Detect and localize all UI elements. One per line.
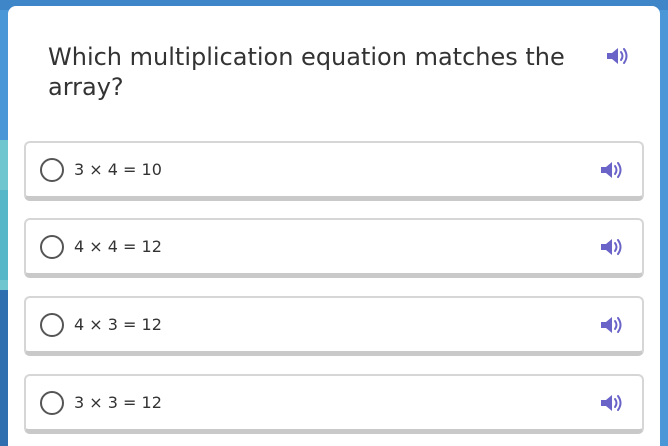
option-speaker-icon[interactable] xyxy=(599,315,625,335)
answer-option-4[interactable]: 3 × 3 = 12 xyxy=(24,374,644,434)
option-speaker-icon[interactable] xyxy=(599,393,625,413)
answer-option-1[interactable]: 3 × 4 = 10 xyxy=(24,141,644,201)
answer-option-label: 3 × 3 = 12 xyxy=(74,393,162,412)
answer-option-label: 3 × 4 = 10 xyxy=(74,160,162,179)
answer-option-2[interactable]: 4 × 4 = 12 xyxy=(24,218,644,278)
radio-circle-icon[interactable] xyxy=(40,235,64,259)
question-speaker-icon[interactable] xyxy=(605,46,631,66)
radio-circle-icon[interactable] xyxy=(40,391,64,415)
answer-option-label: 4 × 3 = 12 xyxy=(74,315,162,334)
radio-circle-icon[interactable] xyxy=(40,313,64,337)
answer-option-3[interactable]: 4 × 3 = 12 xyxy=(24,296,644,356)
answer-option-label: 4 × 4 = 12 xyxy=(74,237,162,256)
radio-circle-icon[interactable] xyxy=(40,158,64,182)
option-speaker-icon[interactable] xyxy=(599,237,625,257)
option-speaker-icon[interactable] xyxy=(599,160,625,180)
question-text: Which multiplication equation matches th… xyxy=(48,43,565,101)
